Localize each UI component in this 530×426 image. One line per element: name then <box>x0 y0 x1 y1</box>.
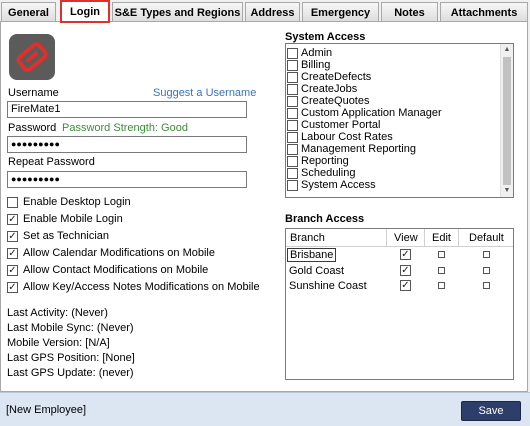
system-access-checkbox[interactable] <box>287 156 298 167</box>
system-access-item[interactable]: Scheduling <box>286 167 498 179</box>
header-divider <box>286 246 513 247</box>
system-access-item[interactable]: CreateJobs <box>286 83 498 95</box>
view-checkbox[interactable] <box>400 280 411 291</box>
system-access-item[interactable]: Labour Cost Rates <box>286 131 498 143</box>
system-access-heading: System Access <box>285 31 366 43</box>
branch-column-header: Branch <box>290 232 325 244</box>
scrollbar-thumb[interactable] <box>503 57 511 185</box>
default-column-header: Default <box>469 232 504 244</box>
table-row[interactable]: Gold Coast <box>286 264 513 279</box>
tab-se-types-regions[interactable]: S&E Types and Regions <box>112 2 243 22</box>
suggest-username-link[interactable]: Suggest a Username <box>153 87 256 99</box>
system-access-item[interactable]: Customer Portal <box>286 119 498 131</box>
system-access-checkbox[interactable] <box>287 60 298 71</box>
password-strength: Password Strength: Good <box>62 122 188 134</box>
view-checkbox[interactable] <box>400 265 411 276</box>
system-access-checkbox[interactable] <box>287 108 298 119</box>
system-access-item[interactable]: Billing <box>286 59 498 71</box>
save-button[interactable]: Save <box>461 401 521 421</box>
system-access-checkbox[interactable] <box>287 72 298 83</box>
tab-address[interactable]: Address <box>245 2 300 22</box>
system-access-checkbox[interactable] <box>287 144 298 155</box>
tab-general[interactable]: General <box>1 2 56 22</box>
tab-login[interactable]: Login <box>60 0 110 23</box>
set-as-technician-checkbox[interactable] <box>7 231 18 242</box>
system-access-item[interactable]: Management Reporting <box>286 143 498 155</box>
branch-access-table: Branch View Edit Default Brisbane Gold C… <box>285 228 514 380</box>
column-divider <box>458 229 459 246</box>
enable-mobile-login-label: Enable Mobile Login <box>23 213 123 225</box>
tab-bar: General Login S&E Types and Regions Addr… <box>0 0 530 23</box>
system-access-checkbox[interactable] <box>287 120 298 131</box>
system-access-item[interactable]: Admin <box>286 47 498 59</box>
chevron-up-icon[interactable]: ▲ <box>501 44 513 56</box>
username-input[interactable]: FireMate1 <box>7 101 247 118</box>
branch-name: Gold Coast <box>289 265 345 277</box>
column-divider <box>424 229 425 246</box>
system-access-scrollbar[interactable]: ▲ ▼ <box>500 44 513 197</box>
last-activity: Last Activity: (Never) <box>7 307 108 319</box>
system-access-checkbox[interactable] <box>287 48 298 59</box>
system-access-item[interactable]: CreateDefects <box>286 71 498 83</box>
allow-calendar-mods-label: Allow Calendar Modifications on Mobile <box>23 247 215 259</box>
allow-calendar-mods-checkbox[interactable] <box>7 248 18 259</box>
repeat-password-input[interactable]: ●●●●●●●●● <box>7 171 247 188</box>
system-access-item[interactable]: CreateQuotes <box>286 95 498 107</box>
set-as-technician-label: Set as Technician <box>23 230 110 242</box>
enable-mobile-login-checkbox[interactable] <box>7 214 18 225</box>
system-access-item[interactable]: Custom Application Manager <box>286 107 498 119</box>
chevron-down-icon[interactable]: ▼ <box>501 185 513 197</box>
password-label: Password <box>8 122 57 134</box>
system-access-checkbox[interactable] <box>287 132 298 143</box>
tab-attachments[interactable]: Attachments <box>440 2 528 22</box>
password-input[interactable]: ●●●●●●●●● <box>7 136 247 153</box>
default-checkbox[interactable] <box>483 251 490 258</box>
repeat-password-label: Repeat Password <box>8 156 95 168</box>
table-row[interactable]: Brisbane <box>286 248 513 263</box>
last-gps-update: Last GPS Update: (never) <box>7 367 134 379</box>
app-logo-icon <box>9 34 55 80</box>
view-column-header: View <box>394 232 418 244</box>
tab-notes[interactable]: Notes <box>381 2 438 22</box>
system-access-list: Admin Billing CreateDefects CreateJobs C… <box>285 43 514 198</box>
default-checkbox[interactable] <box>483 267 490 274</box>
branch-name: Sunshine Coast <box>289 280 367 292</box>
username-label: Username <box>8 87 59 99</box>
last-mobile-sync: Last Mobile Sync: (Never) <box>7 322 134 334</box>
branch-name: Brisbane <box>287 248 337 262</box>
branch-access-heading: Branch Access <box>285 213 365 225</box>
allow-contact-mods-checkbox[interactable] <box>7 265 18 276</box>
allow-contact-mods-label: Allow Contact Modifications on Mobile <box>23 264 209 276</box>
view-checkbox[interactable] <box>400 249 411 260</box>
edit-checkbox[interactable] <box>438 282 445 289</box>
mobile-version: Mobile Version: [N/A] <box>7 337 110 349</box>
default-checkbox[interactable] <box>483 282 490 289</box>
system-access-checkbox[interactable] <box>287 84 298 95</box>
system-access-checkbox[interactable] <box>287 180 298 191</box>
tab-emergency[interactable]: Emergency <box>302 2 379 22</box>
edit-checkbox[interactable] <box>438 251 445 258</box>
system-access-item[interactable]: Reporting <box>286 155 498 167</box>
edit-checkbox[interactable] <box>438 267 445 274</box>
edit-column-header: Edit <box>432 232 451 244</box>
enable-desktop-login-label: Enable Desktop Login <box>23 196 131 208</box>
footer-bar: [New Employee] Save <box>0 392 530 426</box>
allow-key-notes-mods-label: Allow Key/Access Notes Modifications on … <box>23 281 260 293</box>
enable-desktop-login-checkbox[interactable] <box>7 197 18 208</box>
column-divider <box>386 229 387 246</box>
table-row[interactable]: Sunshine Coast <box>286 279 513 294</box>
system-access-checkbox[interactable] <box>287 96 298 107</box>
employee-name: [New Employee] <box>6 404 87 416</box>
system-access-checkbox[interactable] <box>287 168 298 179</box>
allow-key-notes-mods-checkbox[interactable] <box>7 282 18 293</box>
last-gps-position: Last GPS Position: [None] <box>7 352 135 364</box>
system-access-item[interactable]: System Access <box>286 179 498 191</box>
